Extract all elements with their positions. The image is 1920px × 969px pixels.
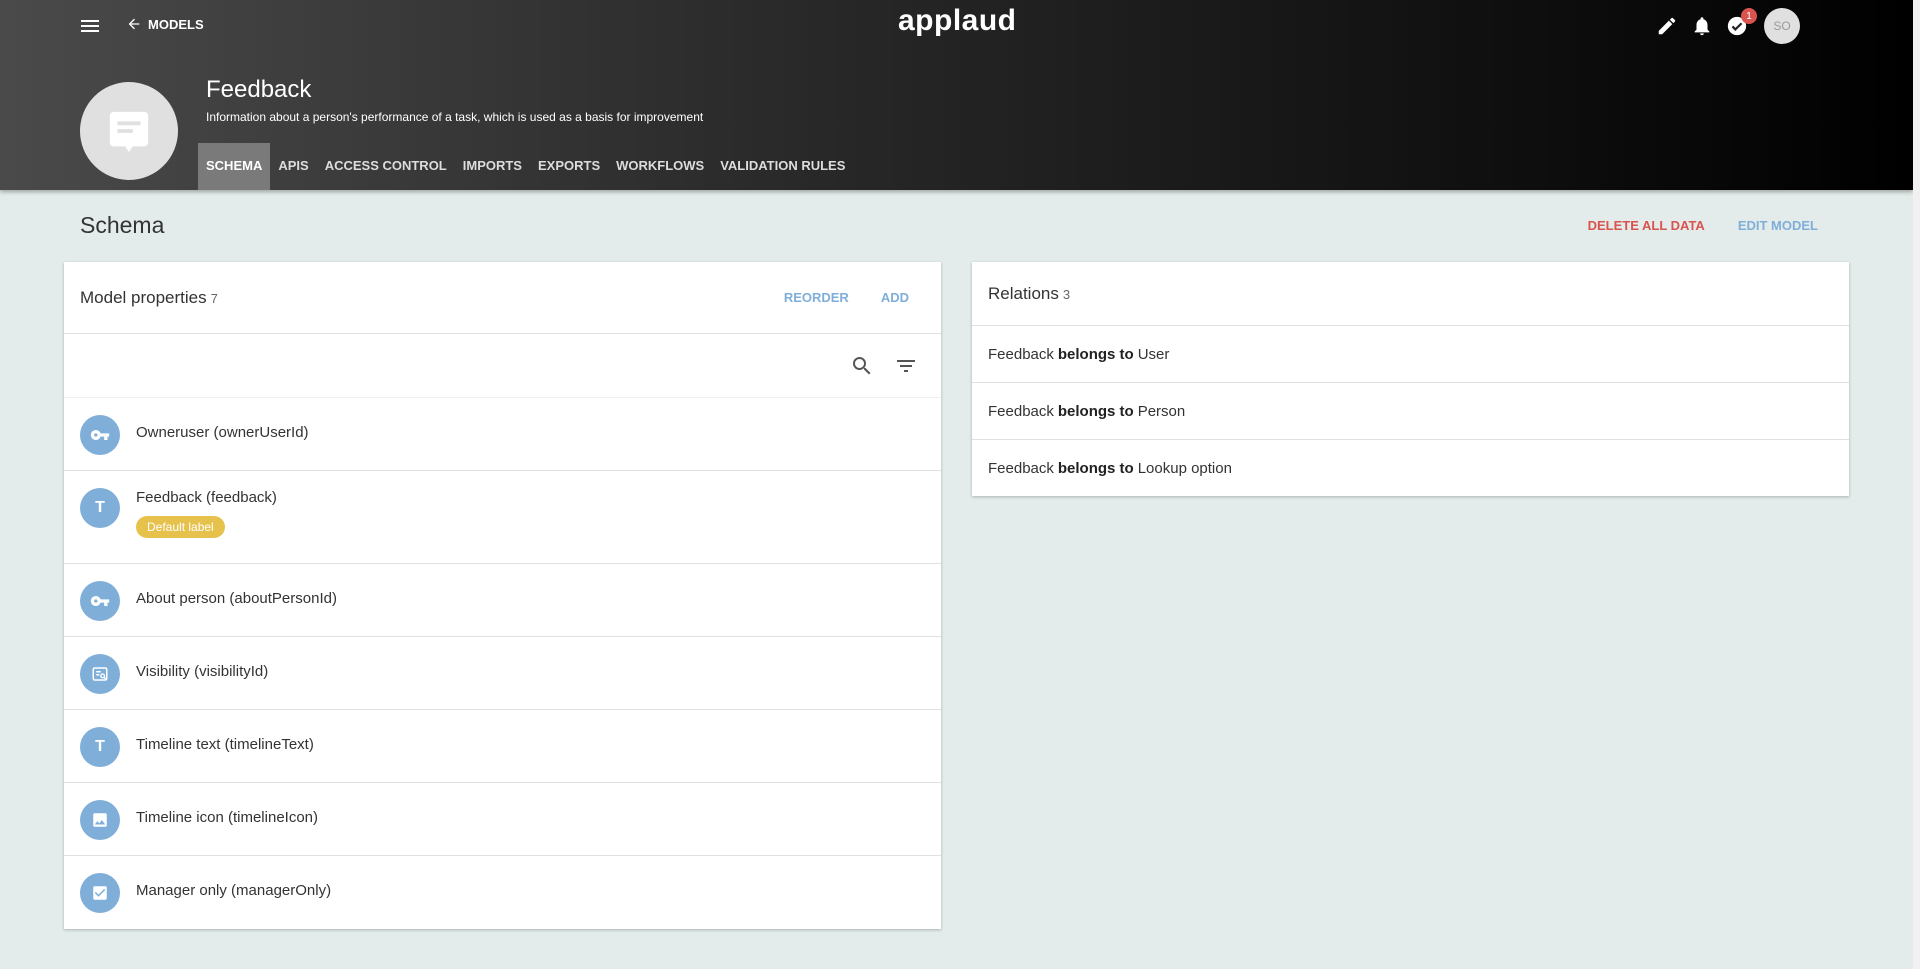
model-avatar <box>80 82 178 180</box>
relation-row[interactable]: Feedback belongs to Lookup option <box>972 440 1849 497</box>
model-properties-card: Model properties 7 REORDER ADD Owneruser … <box>64 262 941 929</box>
header-actions: 1 SO <box>1655 8 1800 44</box>
checkbox-icon <box>80 873 120 913</box>
feedback-icon <box>109 111 149 153</box>
tab-exports[interactable]: EXPORTS <box>530 143 608 190</box>
model-title: Feedback <box>206 76 312 103</box>
back-to-models-link[interactable]: MODELS <box>126 12 204 36</box>
filter-icon[interactable] <box>894 354 918 378</box>
lookup-icon <box>80 654 120 694</box>
property-row[interactable]: Manager only (managerOnly) <box>64 856 941 929</box>
app-logo[interactable]: applaud <box>898 4 1017 38</box>
tab-access-control[interactable]: ACCESS CONTROL <box>317 143 455 190</box>
menu-icon[interactable] <box>78 14 102 38</box>
relation-row[interactable]: Feedback belongs to User <box>972 326 1849 383</box>
property-label: Visibility (visibilityId) <box>136 663 269 680</box>
notifications-bell-icon[interactable] <box>1690 14 1714 38</box>
relation-row[interactable]: Feedback belongs to Person <box>972 383 1849 440</box>
relation-verb: belongs to <box>1057 345 1134 363</box>
model-description: Information about a person's performance… <box>206 110 704 124</box>
text-icon: T <box>80 727 120 767</box>
relation-verb: belongs to <box>1057 460 1134 477</box>
tasks-count-badge: 1 <box>1741 8 1757 24</box>
reorder-button[interactable]: REORDER <box>784 290 849 305</box>
model-properties-header: Model properties 7 REORDER ADD <box>64 262 941 334</box>
property-label: About person (aboutPersonId) <box>136 590 337 607</box>
edit-model-button[interactable]: EDIT MODEL <box>1738 218 1818 233</box>
default-label-badge: Default label <box>136 516 225 538</box>
property-row[interactable]: Timeline icon (timelineIcon) <box>64 783 941 856</box>
property-row[interactable]: T Feedback (feedback) Default label <box>64 471 941 564</box>
property-label: Feedback (feedback) <box>136 489 277 506</box>
text-icon: T <box>80 488 120 528</box>
relations-title-text: Relations <box>988 284 1059 303</box>
tab-apis[interactable]: APIS <box>270 143 316 190</box>
tab-imports[interactable]: IMPORTS <box>455 143 530 190</box>
key-icon <box>80 581 120 621</box>
add-property-button[interactable]: ADD <box>881 290 909 305</box>
page-title: Schema <box>80 212 165 238</box>
tab-validation-rules[interactable]: VALIDATION RULES <box>712 143 853 190</box>
model-tabs: SCHEMA APIS ACCESS CONTROL IMPORTS EXPOR… <box>198 143 853 190</box>
relations-header: Relations 3 <box>972 262 1849 326</box>
relation-object: User <box>1137 345 1170 363</box>
model-properties-title: Model properties 7 <box>80 288 218 308</box>
property-label: Manager only (managerOnly) <box>136 882 332 899</box>
relation-object: Lookup option <box>1137 460 1232 477</box>
model-properties-actions: REORDER ADD <box>784 290 909 305</box>
relations-title: Relations 3 <box>988 284 1070 304</box>
model-properties-count: 7 <box>210 291 218 306</box>
property-label: Owneruser (ownerUserId) <box>136 424 309 441</box>
relation-subject: Feedback <box>988 402 1054 420</box>
model-properties-title-text: Model properties <box>80 288 207 307</box>
relations-count: 3 <box>1062 287 1071 302</box>
page-scrollbar[interactable] <box>1913 0 1920 969</box>
arrow-back-icon <box>128 18 140 30</box>
delete-all-data-button[interactable]: DELETE ALL DATA <box>1588 218 1705 233</box>
property-label: Timeline icon (timelineIcon) <box>136 809 319 826</box>
back-label: MODELS <box>148 16 204 32</box>
edit-icon[interactable] <box>1655 14 1679 38</box>
property-row[interactable]: About person (aboutPersonId) <box>64 564 941 637</box>
key-icon <box>80 415 120 455</box>
property-row[interactable]: Visibility (visibilityId) <box>64 637 941 710</box>
relations-card: Relations 3 Feedback belongs to User Feedba… <box>972 262 1849 496</box>
tab-schema[interactable]: SCHEMA <box>198 143 271 190</box>
tasks-check-icon[interactable]: 1 <box>1725 8 1757 38</box>
page-actions: DELETE ALL DATA EDIT MODEL <box>1588 218 1818 233</box>
image-icon <box>80 800 120 840</box>
relation-subject: Feedback <box>988 460 1054 477</box>
property-row[interactable]: T Timeline text (timelineText) <box>64 710 941 783</box>
search-icon[interactable] <box>850 354 874 378</box>
app-header: MODELS applaud 1 SO Feedback Information… <box>0 0 1913 190</box>
user-avatar[interactable]: SO <box>1764 8 1800 44</box>
tab-workflows[interactable]: WORKFLOWS <box>608 143 712 190</box>
relation-object: Person <box>1137 402 1186 420</box>
relation-subject: Feedback <box>988 345 1054 363</box>
property-row[interactable]: Owneruser (ownerUserId) <box>64 398 941 471</box>
properties-toolbar <box>64 334 941 398</box>
relation-verb: belongs to <box>1057 402 1134 420</box>
property-label: Timeline text (timelineText) <box>136 736 314 753</box>
